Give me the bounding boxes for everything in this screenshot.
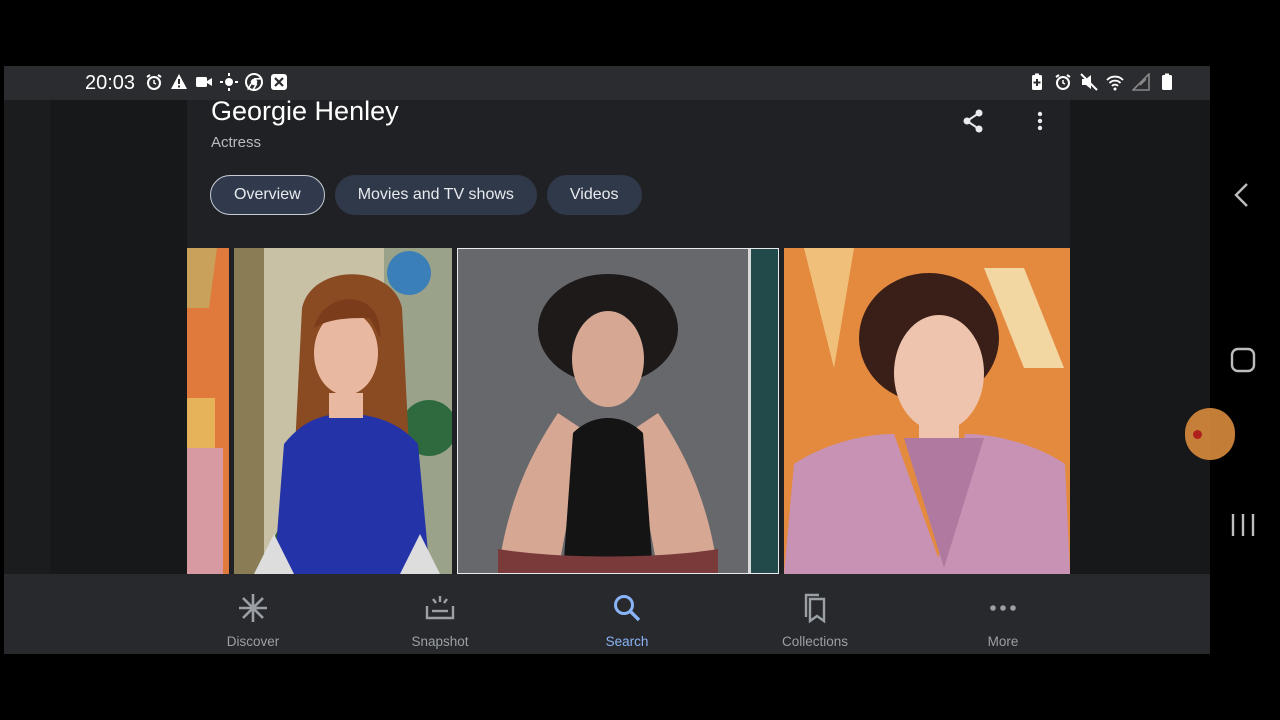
nav-discover-label: Discover	[226, 634, 280, 649]
bottom-navigation: Discover Snapshot Search Collections Mor…	[4, 574, 1210, 654]
nav-collections[interactable]: Collections	[755, 592, 875, 649]
battery-icon	[1162, 73, 1172, 90]
warning-icon	[171, 74, 187, 89]
nav-search-label: Search	[605, 634, 649, 649]
more-horiz-icon	[990, 605, 1016, 611]
brightness-icon	[220, 73, 238, 91]
image-gallery	[187, 248, 1070, 574]
nav-more[interactable]: More	[943, 592, 1063, 649]
battery-saver-icon	[1032, 73, 1042, 90]
photo-blue-dress[interactable]	[234, 248, 452, 574]
content-margin-right	[1070, 100, 1210, 574]
snapshot-icon	[425, 596, 455, 620]
nav-snapshot[interactable]: Snapshot	[380, 592, 500, 649]
asterisk-icon	[239, 594, 267, 622]
photo-black-top[interactable]	[457, 248, 779, 574]
status-left-icons	[145, 73, 288, 91]
x-icon	[271, 74, 287, 90]
record-dot-icon	[1193, 430, 1202, 439]
status-right-icons	[1028, 73, 1176, 91]
chrome-icon	[245, 73, 263, 91]
share-icon[interactable]	[958, 106, 988, 136]
back-icon[interactable]	[1228, 180, 1258, 210]
nav-discover[interactable]: Discover	[193, 592, 313, 649]
page-subtitle: Actress	[211, 134, 262, 151]
tab-overview[interactable]: Overview	[210, 175, 325, 215]
page-title: Georgie Henley	[211, 96, 399, 126]
more-vert-icon[interactable]	[1025, 106, 1055, 136]
photo-pink-blazer[interactable]	[784, 248, 1070, 574]
wifi-icon	[1106, 75, 1124, 91]
alarm-icon	[146, 74, 162, 90]
nav-more-label: More	[987, 634, 1019, 649]
nav-collections-label: Collections	[781, 634, 849, 649]
status-time: 20:03	[85, 72, 136, 94]
phone-screen: 20:03 Georgie Henley Actress Overview Mo…	[4, 66, 1210, 654]
recents-icon[interactable]	[1228, 510, 1258, 540]
status-bar: 20:03	[4, 66, 1210, 100]
bookmarks-icon	[804, 593, 826, 624]
tab-videos[interactable]: Videos	[546, 175, 642, 215]
no-signal-icon	[1132, 73, 1150, 91]
floating-record-button[interactable]	[1185, 408, 1235, 460]
tab-bar: Overview Movies and TV shows Videos	[210, 175, 642, 215]
home-icon[interactable]	[1228, 345, 1258, 375]
android-nav-bar	[1210, 66, 1280, 654]
knowledge-panel-header: Georgie Henley Actress Overview Movies a…	[187, 96, 1070, 248]
video-camera-icon	[196, 77, 212, 87]
tab-movies-and-tv-shows[interactable]: Movies and TV shows	[334, 175, 537, 215]
nav-snapshot-label: Snapshot	[411, 634, 469, 649]
search-icon	[614, 595, 641, 622]
photo-partial-left[interactable]	[187, 248, 229, 574]
nav-search[interactable]: Search	[567, 592, 687, 649]
alarm-icon	[1055, 74, 1071, 90]
mute-icon	[1080, 73, 1098, 91]
content-margin-left	[50, 100, 187, 574]
